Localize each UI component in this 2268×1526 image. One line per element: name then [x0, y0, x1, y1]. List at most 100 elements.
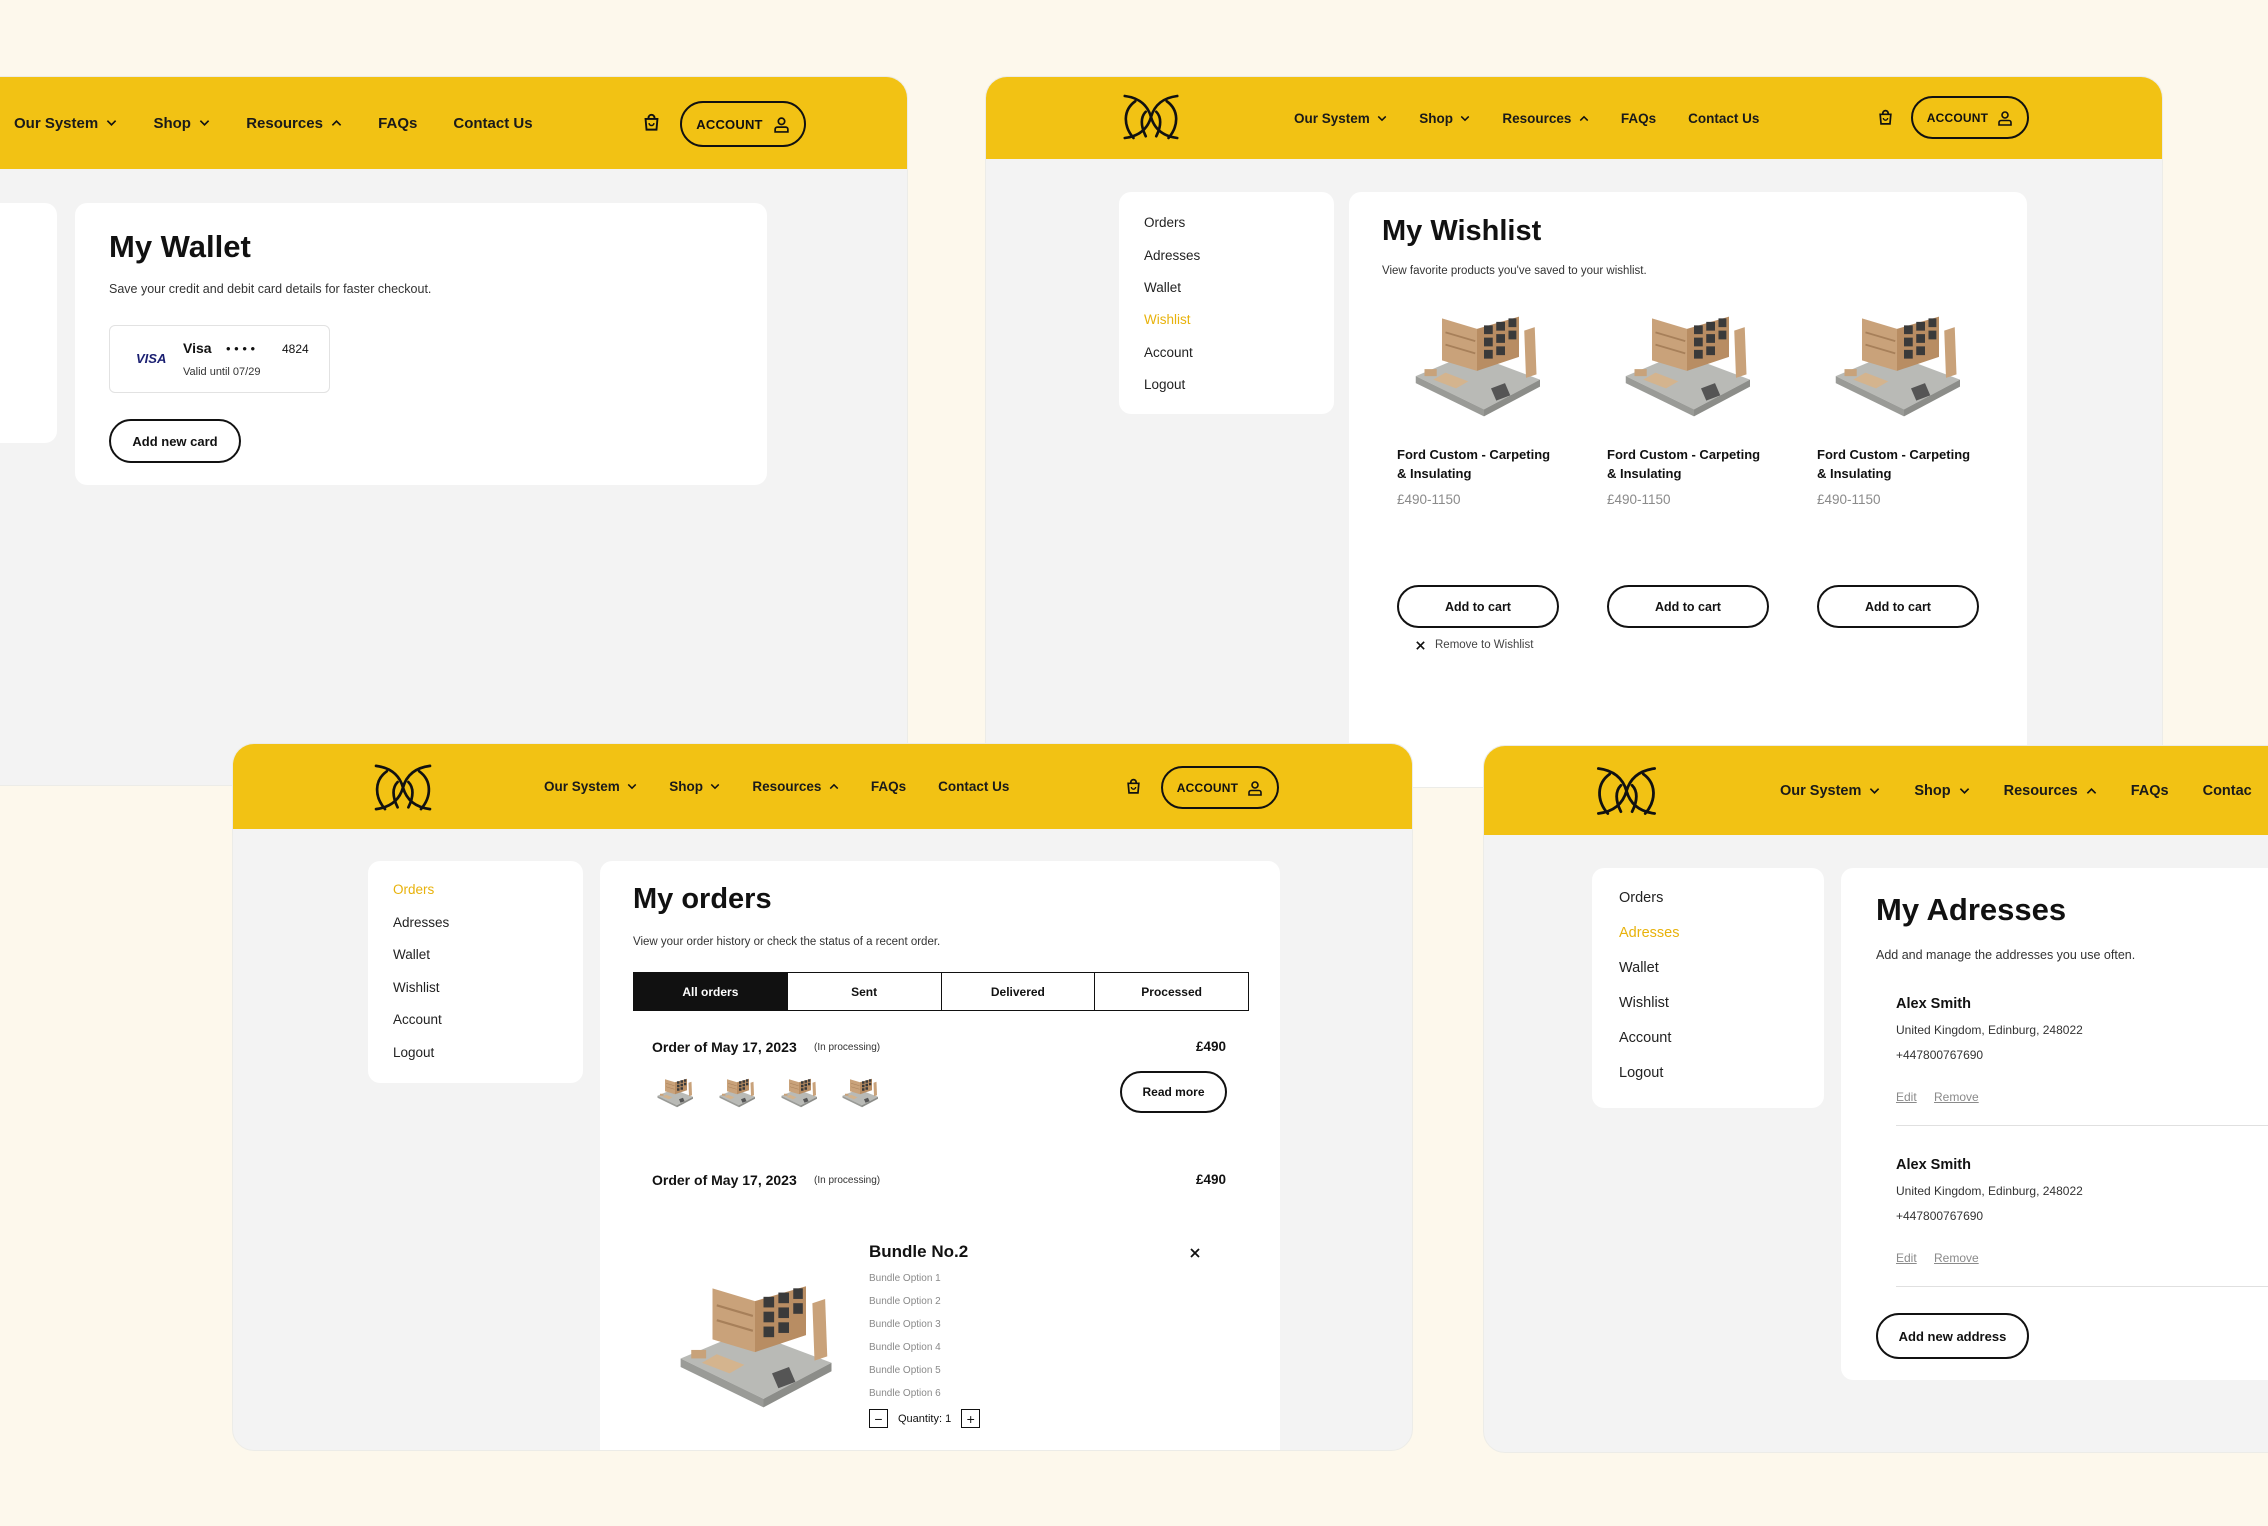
nav-shop[interactable]: Shop: [1914, 783, 1969, 799]
account-button[interactable]: ACCOUNT: [1161, 766, 1279, 809]
nav-our-system[interactable]: Our System: [1294, 111, 1387, 126]
nav-resources[interactable]: Resources: [246, 115, 342, 132]
address-phone: +447800767690: [1896, 1048, 1984, 1062]
nav-shop[interactable]: Shop: [153, 115, 210, 132]
sidebar-item-logout[interactable]: Logout: [393, 1045, 434, 1060]
read-more-button[interactable]: Read more: [1120, 1071, 1227, 1113]
brand-logo[interactable]: [1589, 761, 1664, 821]
nav-faqs[interactable]: FAQs: [378, 115, 417, 132]
nav-faqs[interactable]: FAQs: [1621, 111, 1656, 126]
sidebar-item-orders[interactable]: Orders: [393, 882, 434, 897]
nav-faqs[interactable]: FAQs: [2131, 783, 2169, 799]
product-price: £490-1150: [1817, 492, 1881, 507]
saved-card[interactable]: VISA Visa • • • • 4824 Valid until 07/29: [109, 325, 330, 393]
product-name[interactable]: & Insulating: [1607, 466, 1681, 481]
sidebar-item-wallet[interactable]: Wallet: [1144, 280, 1181, 295]
sidebar-item-account[interactable]: Account: [393, 1012, 442, 1027]
add-address-button[interactable]: Add new address: [1876, 1313, 2029, 1359]
product-name[interactable]: Ford Custom - Carpeting: [1607, 447, 1760, 462]
product-name[interactable]: Ford Custom - Carpeting: [1817, 447, 1970, 462]
wallet-card: My Wallet Save your credit and debit car…: [75, 203, 767, 485]
chevron-up-icon: [331, 119, 342, 127]
minus-icon[interactable]: −: [869, 1409, 888, 1428]
nav-shop[interactable]: Shop: [1419, 111, 1470, 126]
order-status: (In processing): [814, 1042, 881, 1053]
sidebar-item-wishlist[interactable]: Wishlist: [1619, 995, 1669, 1011]
nav-contact[interactable]: Contact Us: [1688, 111, 1759, 126]
main-nav: Our System Shop Resources FAQs Contac: [1780, 746, 2252, 835]
sidebar-item-adresses[interactable]: Adresses: [1619, 925, 1679, 941]
nav-our-system[interactable]: Our System: [14, 115, 117, 132]
brand-logo[interactable]: [1116, 89, 1186, 145]
nav-resources[interactable]: Resources: [1502, 111, 1588, 126]
remove-address-link[interactable]: Remove: [1934, 1090, 1979, 1104]
nav-faqs[interactable]: FAQs: [871, 779, 906, 794]
product-name[interactable]: & Insulating: [1397, 466, 1471, 481]
addresses-window: Our System Shop Resources FAQs Contac Or…: [1483, 745, 2268, 1453]
order-item-thumbnail[interactable]: [840, 1077, 880, 1111]
tab-sent[interactable]: Sent: [786, 973, 941, 1010]
order-item-thumbnail[interactable]: [655, 1077, 695, 1111]
sidebar-item-account[interactable]: Account: [1619, 1030, 1671, 1046]
remove-address-link[interactable]: Remove: [1934, 1251, 1979, 1265]
nav-resources[interactable]: Resources: [752, 779, 838, 794]
brand-logo[interactable]: [367, 759, 439, 816]
bundle-image[interactable]: [670, 1281, 840, 1421]
tab-processed[interactable]: Processed: [1094, 973, 1248, 1010]
cart-icon[interactable]: [1877, 109, 1894, 126]
quantity-stepper: − Quantity: 1 +: [869, 1409, 981, 1428]
nav-our-system[interactable]: Our System: [544, 779, 637, 794]
cart-icon[interactable]: [1125, 778, 1142, 795]
card-dots: • • • •: [226, 341, 256, 356]
tab-all-orders[interactable]: All orders: [634, 973, 787, 1010]
nav-resources[interactable]: Resources: [2004, 783, 2097, 799]
plus-icon[interactable]: +: [961, 1409, 981, 1428]
tab-delivered[interactable]: Delivered: [940, 973, 1095, 1010]
quantity-label: Quantity: 1: [898, 1412, 952, 1425]
nav-label: Our System: [544, 779, 620, 794]
sidebar-item-wishlist[interactable]: Wishlist: [393, 980, 440, 995]
close-icon[interactable]: [1189, 1247, 1201, 1259]
product-name[interactable]: & Insulating: [1817, 466, 1891, 481]
product-image[interactable]: [1827, 312, 1967, 428]
product-name[interactable]: Ford Custom - Carpeting: [1397, 447, 1550, 462]
chevron-down-icon: [199, 119, 210, 127]
sidebar-item-adresses[interactable]: Adresses: [393, 915, 449, 930]
bundle-option: Bundle Option 1: [869, 1273, 941, 1284]
address-entry: Alex Smith United Kingdom, Edinburg, 248…: [1896, 996, 2268, 1126]
nav-contact[interactable]: Contact Us: [938, 779, 1009, 794]
cart-icon[interactable]: [642, 113, 661, 132]
order-item-thumbnail[interactable]: [717, 1077, 757, 1111]
nav-contact[interactable]: Contac: [2203, 783, 2252, 799]
add-to-cart-button[interactable]: Add to cart: [1607, 585, 1769, 628]
nav-our-system[interactable]: Our System: [1780, 783, 1880, 799]
product-image[interactable]: [1407, 312, 1547, 428]
sidebar-item-logout[interactable]: Logout: [1144, 377, 1185, 392]
sidebar-item-orders[interactable]: Orders: [1619, 890, 1663, 906]
card-last4: 4824: [282, 342, 309, 356]
order-title: Order of May 17, 2023: [652, 1172, 797, 1188]
nav-contact[interactable]: Contact Us: [453, 115, 532, 132]
add-to-cart-button[interactable]: Add to cart: [1817, 585, 1979, 628]
remove-from-wishlist[interactable]: Remove to Wishlist: [1415, 639, 1533, 651]
sidebar-item-wallet[interactable]: Wallet: [1619, 960, 1659, 976]
add-card-button[interactable]: Add new card: [109, 419, 241, 463]
header-bar: Our System Shop Resources FAQs Contac: [1484, 746, 2268, 835]
account-button[interactable]: ACCOUNT: [1911, 96, 2029, 139]
main-nav: Our System Shop Resources FAQs Contact U…: [544, 744, 1009, 829]
card-name: Visa: [183, 340, 212, 356]
order-item-thumbnail[interactable]: [779, 1077, 819, 1111]
product-image[interactable]: [1617, 312, 1757, 428]
edit-address-link[interactable]: Edit: [1896, 1090, 1917, 1104]
nav-shop[interactable]: Shop: [669, 779, 720, 794]
account-button[interactable]: ACCOUNT: [680, 101, 806, 147]
add-to-cart-button[interactable]: Add to cart: [1397, 585, 1559, 628]
order-row: Order of May 17, 2023 (In processing) £4…: [652, 1172, 1228, 1202]
sidebar-item-logout[interactable]: Logout: [1619, 1065, 1663, 1081]
edit-address-link[interactable]: Edit: [1896, 1251, 1917, 1265]
sidebar-item-wishlist[interactable]: Wishlist: [1144, 312, 1191, 327]
sidebar-item-adresses[interactable]: Adresses: [1144, 248, 1200, 263]
sidebar-item-account[interactable]: Account: [1144, 345, 1193, 360]
sidebar-item-orders[interactable]: Orders: [1144, 215, 1185, 230]
sidebar-item-wallet[interactable]: Wallet: [393, 947, 430, 962]
